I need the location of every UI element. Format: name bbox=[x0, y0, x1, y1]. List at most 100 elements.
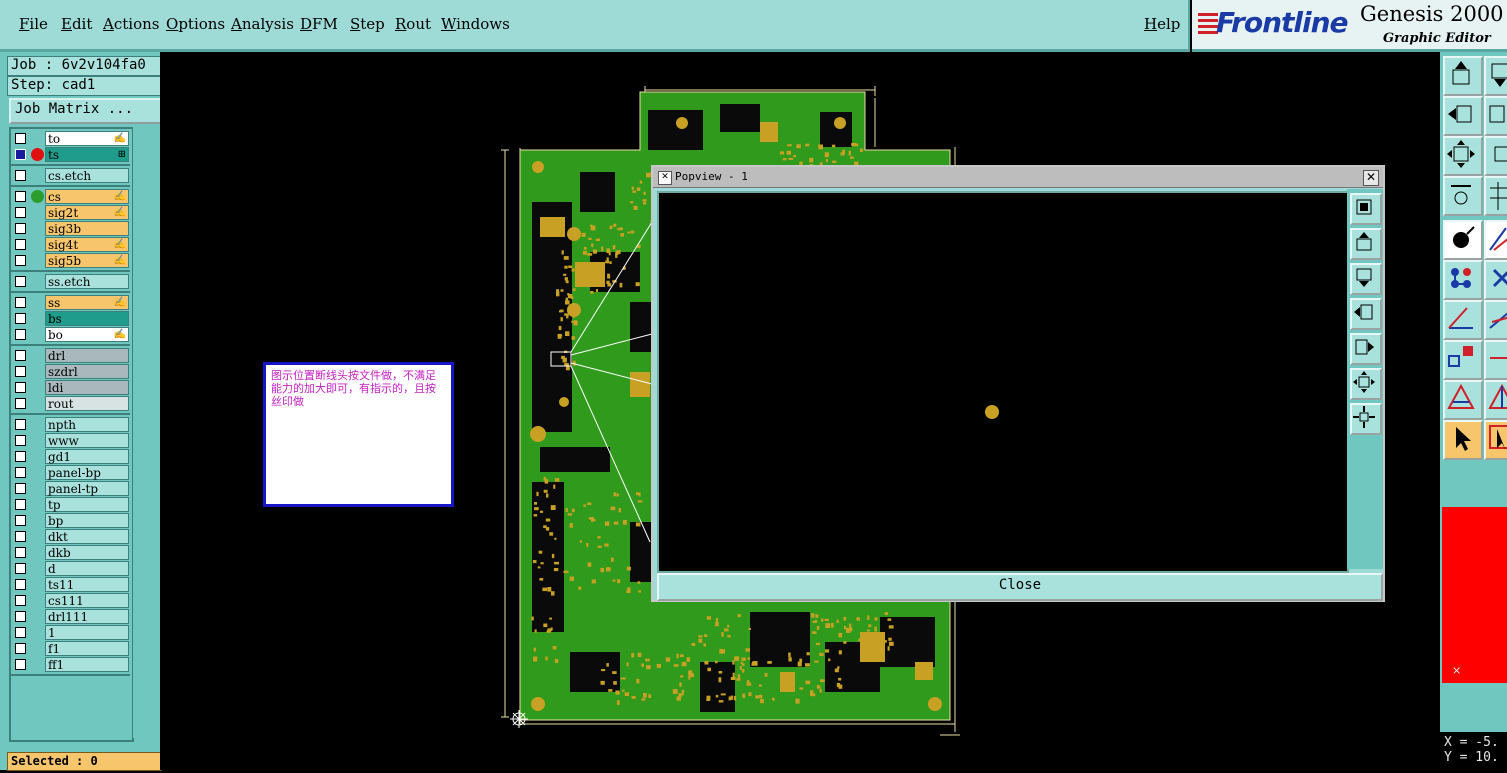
layer-checkbox[interactable] bbox=[15, 133, 26, 144]
route-icon[interactable] bbox=[1484, 220, 1507, 260]
layer-name[interactable]: cs ✍ bbox=[45, 189, 129, 204]
layer-name[interactable]: ldi bbox=[45, 380, 129, 395]
layer-row-ts[interactable]: ts ⊞ bbox=[11, 147, 130, 163]
layer-checkbox[interactable] bbox=[15, 467, 26, 478]
layer-checkbox[interactable] bbox=[15, 659, 26, 670]
pan-right-icon[interactable] bbox=[1350, 333, 1382, 365]
layer-name[interactable]: sig3b bbox=[45, 221, 129, 236]
layer-checkbox[interactable] bbox=[15, 398, 26, 409]
layer-row-ldi[interactable]: ldi bbox=[11, 380, 130, 396]
layer-row-sig3b[interactable]: sig3b bbox=[11, 221, 130, 237]
zoom-out-icon[interactable] bbox=[1350, 403, 1382, 435]
add-pad-icon[interactable] bbox=[1443, 340, 1483, 380]
menu-analysis[interactable]: Analysis bbox=[231, 15, 294, 33]
layer-checkbox[interactable] bbox=[15, 366, 26, 377]
layer-checkbox[interactable] bbox=[15, 297, 26, 308]
layer-row-bp[interactable]: bp bbox=[11, 513, 130, 529]
layer-name[interactable]: rout bbox=[45, 396, 129, 411]
layer-name[interactable]: dkb bbox=[45, 545, 129, 560]
layer-name[interactable]: d bbox=[45, 561, 129, 576]
layer-row-bo[interactable]: bo ✍ bbox=[11, 327, 130, 343]
layer-row-cs[interactable]: cs ✍ bbox=[11, 189, 130, 205]
layer-row-drl[interactable]: drl bbox=[11, 348, 130, 364]
layer-row-1[interactable]: 1 bbox=[11, 625, 130, 641]
line-angle-icon[interactable] bbox=[1443, 300, 1483, 340]
layer-name[interactable]: bo ✍ bbox=[45, 327, 129, 342]
layer-name[interactable]: drl bbox=[45, 348, 129, 363]
layer-name[interactable]: sig4t ✍ bbox=[45, 237, 129, 252]
layer-row-szdrl[interactable]: szdrl bbox=[11, 364, 130, 380]
layer-checkbox[interactable] bbox=[15, 483, 26, 494]
layer-checkbox[interactable] bbox=[15, 531, 26, 542]
pan-right-icon[interactable] bbox=[1484, 96, 1507, 136]
layer-name[interactable]: sig5b ✍ bbox=[45, 253, 129, 268]
zoom-down-icon[interactable] bbox=[1350, 263, 1382, 295]
pan-left-icon[interactable] bbox=[1443, 96, 1483, 136]
layer-row-ts11[interactable]: ts11 bbox=[11, 577, 130, 593]
layer-row-npth[interactable]: npth bbox=[11, 417, 130, 433]
delete-net-icon[interactable] bbox=[1484, 260, 1507, 300]
layer-checkbox[interactable] bbox=[15, 627, 26, 638]
close-icon[interactable]: ✕ bbox=[1363, 170, 1379, 186]
zoom-down-icon[interactable] bbox=[1484, 56, 1507, 96]
grid-icon[interactable] bbox=[1484, 176, 1507, 216]
layer-checkbox[interactable] bbox=[15, 239, 26, 250]
layer-row-www[interactable]: www bbox=[11, 433, 130, 449]
measure-icon[interactable] bbox=[1443, 176, 1483, 216]
layer-checkbox[interactable] bbox=[15, 515, 26, 526]
layer-row-to[interactable]: to ✍ bbox=[11, 131, 130, 147]
select-arrow-icon[interactable] bbox=[1443, 420, 1483, 460]
layer-row-cs.etch[interactable]: cs.etch bbox=[11, 168, 130, 184]
layer-checkbox[interactable] bbox=[15, 207, 26, 218]
layer-name[interactable]: tp bbox=[45, 497, 129, 512]
layer-name[interactable]: sig2t ✍ bbox=[45, 205, 129, 220]
layer-checkbox[interactable] bbox=[15, 499, 26, 510]
layer-checkbox[interactable] bbox=[15, 255, 26, 266]
layer-name[interactable]: f1 bbox=[45, 641, 129, 656]
zoom-up-icon[interactable] bbox=[1443, 56, 1483, 96]
layer-name[interactable]: ss.etch bbox=[45, 274, 129, 289]
layer-checkbox[interactable] bbox=[15, 149, 26, 160]
layer-row-dkt[interactable]: dkt bbox=[11, 529, 130, 545]
layer-name[interactable]: dkt bbox=[45, 529, 129, 544]
layer-name[interactable]: panel-bp bbox=[45, 465, 129, 480]
popview-titlebar[interactable]: ✕ Popview - 1 ✕ bbox=[653, 167, 1383, 188]
layer-name[interactable]: to ✍ bbox=[45, 131, 129, 146]
layer-row-gd1[interactable]: gd1 bbox=[11, 449, 130, 465]
layer-name[interactable]: panel-tp bbox=[45, 481, 129, 496]
layer-list-scroll-area[interactable] bbox=[133, 127, 157, 738]
layer-checkbox[interactable] bbox=[15, 223, 26, 234]
layer-name[interactable]: ss ✍ bbox=[45, 295, 129, 310]
layer-row-panel-bp[interactable]: panel-bp bbox=[11, 465, 130, 481]
layer-row-panel-tp[interactable]: panel-tp bbox=[11, 481, 130, 497]
layer-checkbox[interactable] bbox=[15, 643, 26, 654]
layer-name[interactable]: ts ⊞ bbox=[45, 147, 129, 162]
layer-checkbox[interactable] bbox=[15, 382, 26, 393]
snap-icon[interactable] bbox=[1443, 220, 1483, 260]
menu-dfm[interactable]: DFM bbox=[300, 15, 338, 33]
zoom-up-icon[interactable] bbox=[1350, 228, 1382, 260]
layer-row-f1[interactable]: f1 bbox=[11, 641, 130, 657]
netlist-icon[interactable] bbox=[1443, 260, 1483, 300]
zoom-in-icon[interactable] bbox=[1443, 136, 1483, 176]
layer-checkbox[interactable] bbox=[15, 170, 26, 181]
layer-name[interactable]: szdrl bbox=[45, 364, 129, 379]
layer-checkbox[interactable] bbox=[15, 451, 26, 462]
layer-name[interactable]: ts11 bbox=[45, 577, 129, 592]
popview-close-button[interactable]: Close bbox=[657, 573, 1383, 601]
layer-checkbox[interactable] bbox=[15, 595, 26, 606]
layer-row-d[interactable]: d bbox=[11, 561, 130, 577]
layer-name[interactable]: cs111 bbox=[45, 593, 129, 608]
layer-row-cs111[interactable]: cs111 bbox=[11, 593, 130, 609]
zoom-in-icon[interactable] bbox=[1350, 368, 1382, 400]
menu-windows[interactable]: Windows bbox=[441, 15, 510, 33]
pan-left-icon[interactable] bbox=[1350, 298, 1382, 330]
layer-row-sig2t[interactable]: sig2t ✍ bbox=[11, 205, 130, 221]
menu-edit[interactable]: Edit bbox=[61, 15, 92, 33]
layer-name[interactable]: ff1 bbox=[45, 657, 129, 672]
layer-name[interactable]: bp bbox=[45, 513, 129, 528]
layer-name[interactable]: www bbox=[45, 433, 129, 448]
menu-file[interactable]: File bbox=[19, 15, 48, 33]
layer-name[interactable]: npth bbox=[45, 417, 129, 432]
select-box-icon[interactable] bbox=[1484, 420, 1507, 460]
